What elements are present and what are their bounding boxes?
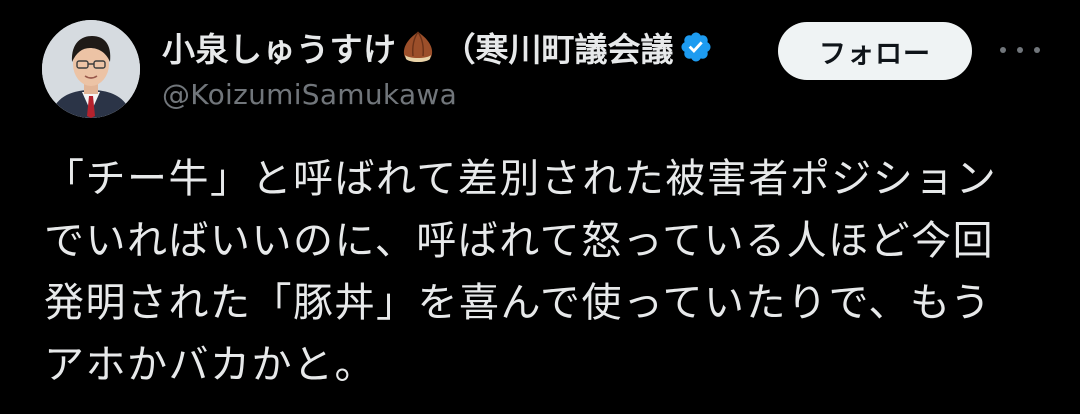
author-name-row[interactable]: 小泉しゅうすけ （寒川町議会議 — [162, 22, 752, 72]
tweet-line: でいればいいのに、呼ばれて怒っている人ほど今回 — [44, 218, 995, 264]
verified-badge-icon[interactable] — [679, 30, 713, 64]
more-dot — [1000, 47, 1006, 53]
tweet-text: 「チー牛」と呼ばれて差別された被害者ポジション でいればいいのに、呼ばれて怒って… — [44, 148, 1054, 396]
more-dot — [1017, 47, 1023, 53]
chestnut-icon — [399, 28, 437, 66]
author-avatar[interactable] — [42, 20, 140, 118]
tweet-line: アホかバカかと。 — [44, 342, 376, 388]
more-dot — [1034, 47, 1040, 53]
more-horizontal-icon[interactable] — [1000, 34, 1040, 66]
follow-button[interactable]: フォロー — [778, 22, 972, 80]
author-display-name-suffix[interactable]: （寒川町議会議 — [443, 23, 673, 71]
author-handle[interactable]: @KoizumiSamukawa — [162, 78, 457, 111]
tweet-line: 「チー牛」と呼ばれて差別された被害者ポジション — [44, 156, 998, 202]
tweet-line: 発明された「豚丼」を喜んで使っていたりで、もう — [44, 280, 992, 326]
author-display-name[interactable]: 小泉しゅうすけ — [162, 23, 397, 71]
